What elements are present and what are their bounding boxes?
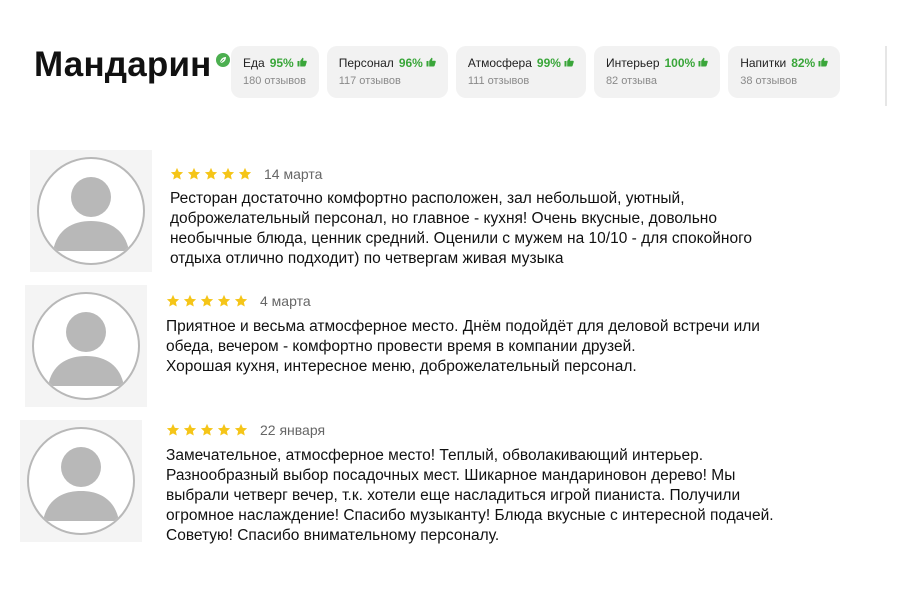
restaurant-header: Мандарин Еда 95% 180 отзывов Персонал 96…	[0, 0, 900, 110]
review-meta: 14 марта	[170, 166, 322, 182]
star-icon	[234, 294, 248, 307]
rating-chip-interior[interactable]: Интерьер 100% 82 отзыва	[593, 46, 721, 98]
user-avatar-icon	[32, 292, 140, 400]
star-icon	[183, 294, 197, 307]
star-icon	[238, 167, 252, 180]
verified-leaf-icon	[215, 53, 230, 67]
chip-review-count: 180 отзывов	[243, 75, 306, 87]
chip-percent: 99%	[536, 56, 561, 70]
restaurant-name: Мандарин	[34, 45, 212, 84]
star-icon	[187, 167, 201, 180]
star-icon	[200, 423, 214, 436]
review-text: Приятное и весьма атмосферное место. Днё…	[166, 318, 760, 375]
rating-chips: Еда 95% 180 отзывов Персонал 96% 117 отз…	[231, 46, 841, 98]
review-date: 4 марта	[260, 293, 311, 309]
review-text: Замечательное, атмосферное место! Теплый…	[166, 447, 774, 544]
chip-percent: 82%	[791, 56, 816, 70]
chip-review-count: 38 отзывов	[740, 75, 798, 87]
star-icon	[170, 167, 184, 180]
thumbs-up-icon	[297, 56, 307, 70]
chip-percent: 100%	[664, 56, 696, 70]
rating-chip-food[interactable]: Еда 95% 180 отзывов	[231, 46, 319, 98]
scroll-edge-divider	[885, 46, 887, 106]
review-date: 22 января	[260, 422, 326, 438]
review-date: 14 марта	[264, 166, 323, 182]
chip-label: Атмосфера	[467, 56, 532, 70]
user-avatar-icon	[27, 427, 135, 535]
avatar	[30, 150, 152, 272]
rating-chip-staff[interactable]: Персонал 96% 117 отзывов	[326, 46, 448, 98]
rating-chip-drinks[interactable]: Напитки 82% 38 отзывов	[728, 46, 841, 98]
chip-review-count: 82 отзыва	[605, 75, 657, 87]
user-avatar-icon	[37, 157, 145, 265]
chip-label: Напитки	[740, 56, 787, 70]
thumbs-up-icon	[818, 56, 828, 70]
chip-label: Интерьер	[605, 56, 660, 70]
rating-chip-atmosphere[interactable]: Атмосфера 99% 111 отзывов	[455, 46, 586, 98]
avatar	[20, 420, 142, 542]
star-icon	[204, 167, 218, 180]
star-icon	[234, 423, 248, 436]
star-icon	[183, 423, 197, 436]
star-icon	[166, 294, 180, 307]
chip-review-count: 111 отзывов	[467, 75, 530, 87]
thumbs-up-icon	[564, 56, 574, 70]
star-icon	[221, 167, 235, 180]
avatar	[25, 285, 147, 407]
chip-label: Еда	[243, 56, 265, 70]
thumbs-up-icon	[426, 56, 436, 70]
thumbs-up-icon	[698, 56, 708, 70]
star-icon	[217, 423, 231, 436]
review-meta: 22 января	[166, 422, 325, 438]
chip-review-count: 117 отзывов	[338, 75, 401, 87]
star-icon	[217, 294, 231, 307]
review-meta: 4 марта	[166, 293, 311, 309]
chip-percent: 96%	[398, 56, 423, 70]
rating-stars	[166, 294, 248, 308]
star-icon	[166, 423, 180, 436]
rating-stars	[170, 167, 252, 181]
review-text: Ресторан достаточно комфортно расположен…	[170, 190, 752, 267]
chip-label: Персонал	[338, 56, 394, 70]
star-icon	[200, 294, 214, 307]
title-block: Мандарин	[34, 45, 230, 85]
rating-stars	[166, 423, 248, 437]
chip-percent: 95%	[269, 56, 294, 70]
